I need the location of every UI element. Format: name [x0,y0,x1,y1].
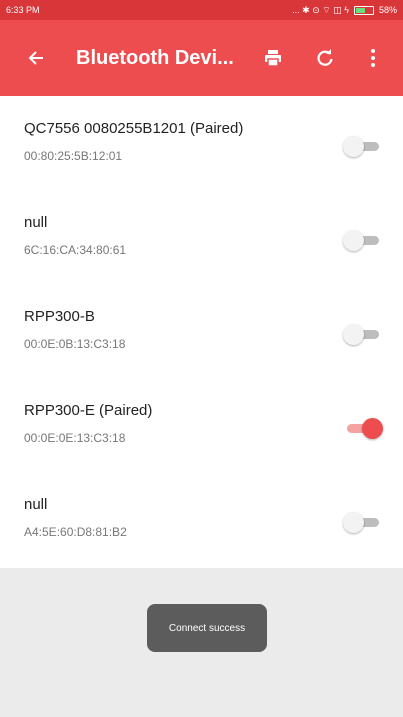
device-list: QC7556 0080255B1201 (Paired) 00:80:25:5B… [0,96,403,568]
status-signal-icons: ... ✱ ⊙ ⌔ ◫ ϟ [292,4,349,15]
device-toggle[interactable] [343,136,383,157]
device-toggle[interactable] [343,512,383,533]
device-address: 6C:16:CA:34:80:61 [24,243,127,257]
more-options-button[interactable] [353,38,393,78]
battery-level: 58% [378,5,397,15]
device-toggle[interactable] [343,418,383,439]
device-name: RPP300-B [24,308,95,325]
refresh-button[interactable] [305,38,345,78]
print-button[interactable] [253,38,293,78]
device-name: QC7556 0080255B1201 (Paired) [24,120,244,137]
back-icon [28,51,43,65]
device-row[interactable]: null 6C:16:CA:34:80:61 [0,190,403,284]
refresh-icon [317,49,333,66]
device-address: A4:5E:60:D8:81:B2 [24,525,127,539]
device-address: 00:0E:0B:13:C3:18 [24,337,126,351]
device-row[interactable]: null A4:5E:60:D8:81:B2 [0,472,403,566]
more-icon [371,49,375,67]
device-toggle[interactable] [343,230,383,251]
device-row[interactable]: RPP300-E (Paired) 00:0E:0E:13:C3:18 [0,378,403,472]
device-address: 00:80:25:5B:12:01 [24,149,123,163]
device-toggle[interactable] [343,324,383,345]
status-icons: ... ✱ ⊙ ⌔ ◫ ϟ 58% [292,5,397,16]
device-address: 00:0E:0E:13:C3:18 [24,431,126,445]
device-name: null [24,214,48,231]
device-name: null [24,496,48,513]
print-icon [265,50,281,67]
back-button[interactable] [18,38,54,78]
page-title: Bluetooth Devi... [76,46,234,69]
status-time: 6:33 PM [6,5,40,15]
app-bar: Bluetooth Devi... [0,20,403,96]
device-name: RPP300-E (Paired) [24,402,153,419]
status-bar: 6:33 PM ... ✱ ⊙ ⌔ ◫ ϟ 58% [0,0,403,20]
battery-icon [353,5,374,15]
device-row[interactable]: QC7556 0080255B1201 (Paired) 00:80:25:5B… [0,96,403,190]
device-row[interactable]: RPP300-B 00:0E:0B:13:C3:18 [0,284,403,378]
toast-message: Connect success [147,604,267,652]
